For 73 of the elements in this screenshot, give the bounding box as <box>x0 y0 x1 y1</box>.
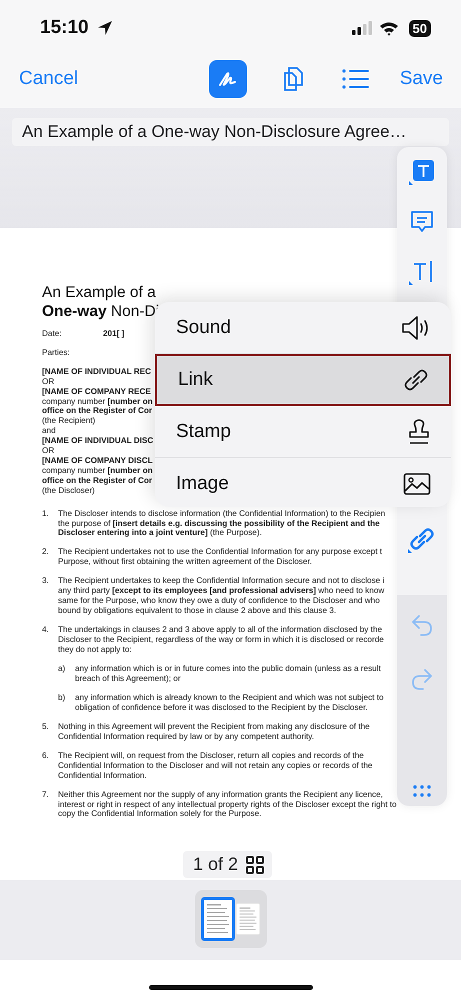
party-line: [NAME OF INDIVIDUAL REC <box>42 366 152 377</box>
clause-text: Purpose, without first obtaining the written agreement of the Discloser. <box>58 557 312 568</box>
clause-text: copy the Confidential Information solely for the Purpose. <box>58 809 262 820</box>
clause-text: The undertakings in clauses 2 and 3 above apply to all of the information disclosed by the <box>58 624 382 635</box>
menu-item[interactable]: Stamp <box>155 406 451 458</box>
clause-text: any information which is already known to the Recipient and which was not subject to <box>75 693 384 704</box>
clause-text: Confidential Information required by law or by any competent authority. <box>58 732 314 742</box>
clause-text: Discloser entering into a joint venture] (the Purpose). <box>58 528 262 538</box>
image-icon <box>403 472 431 496</box>
page-count: 1 of 2 <box>193 854 238 875</box>
more-icon <box>413 785 431 797</box>
clause-text: breach of this Agreement); or <box>75 674 181 684</box>
date-label: Date: <box>42 329 63 339</box>
party-line: [NAME OF COMPANY RECE <box>42 386 151 397</box>
clause-number: 6. <box>42 750 50 762</box>
party-line: OR <box>42 376 54 387</box>
party-line: [NAME OF COMPANY DISCL <box>42 456 153 466</box>
party-line: office on the Register of Cor <box>42 406 152 416</box>
battery-icon: 50 <box>408 20 431 36</box>
party-line: company number [number on <box>42 396 153 406</box>
party-line: OR <box>42 446 54 456</box>
party-line: company number [number on <box>42 466 153 476</box>
clause-number: 2. <box>42 547 50 558</box>
status-time: 15:10 <box>40 17 89 39</box>
clause-text: same for the Purpose, who know they owe a duty of confidence to the Discloser and who <box>58 596 380 606</box>
party-line: [NAME OF INDIVIDUAL DISC <box>42 436 154 446</box>
page-thumbnail[interactable] <box>200 897 234 941</box>
clause-text: they do not apply to: <box>58 644 132 654</box>
markup-button[interactable] <box>208 60 247 98</box>
clause-text: Nothing in this Agreement will prevent the Recipient from making any disclosure of the <box>58 722 370 732</box>
clause-text: any third party [except to its employees [and professional advisers] who need to know <box>58 586 384 596</box>
cancel-button[interactable]: Cancel <box>19 68 78 90</box>
location-arrow-icon <box>96 20 113 36</box>
party-line: office on the Register of Cor <box>42 476 152 486</box>
clause-text: obligation of confidence before it was disclosed to the Recipient by the Discloser. <box>75 703 368 714</box>
clause-number: 3. <box>42 576 50 588</box>
page-indicator[interactable]: 1 of 2 <box>183 851 272 878</box>
party-line: (the Discloser) <box>42 486 95 496</box>
thumbnail-card[interactable] <box>194 890 266 948</box>
clause-text: The Recipient will, on request from the Discloser, return all copies and records of the <box>58 750 364 761</box>
signal-icon <box>350 21 373 35</box>
link-icon <box>403 367 429 393</box>
clause-number: 4. <box>42 624 50 636</box>
list-icon <box>342 68 370 90</box>
wifi-icon <box>378 20 399 36</box>
clause-text: Confidential Information to the Discloser and will not retain any copies or records of the <box>58 760 372 771</box>
menu-item[interactable]: Image <box>155 458 451 507</box>
clause-number: 7. <box>42 790 50 801</box>
save-button[interactable]: Save <box>400 68 443 90</box>
clause-text: Discloser to the Recipient, regardless of the way or form in which it is disclosed or recorde <box>58 634 384 645</box>
clause-number: 5. <box>42 722 50 734</box>
stamp-icon <box>407 418 431 446</box>
clause-text: The Discloser intends to disclose information (the Confidential Information) to the Recipien <box>58 508 386 518</box>
clause-number: b) <box>58 693 66 704</box>
clause-text: Confidential Information. <box>58 770 147 781</box>
clause-number: 1. <box>42 508 50 520</box>
party-line: and <box>42 426 56 436</box>
clause-text: interest or right in respect of any intellectual property rights of the Discloser except the right to <box>58 800 397 810</box>
document-heading: An Example of a <box>42 283 157 302</box>
clause-text: any information which is or in future comes into the public domain (unless as a result <box>75 664 381 674</box>
clause-text: The Recipient undertakes to keep the Confidential Information secure and not to disclose i <box>58 576 384 586</box>
clause-number: a) <box>58 664 66 675</box>
grid-icon <box>246 856 264 874</box>
parties-label: Parties: <box>42 348 71 358</box>
clause-text: bound by obligations equivalent to those in clause 2 above and this clause 3. <box>58 606 336 616</box>
document-title-field[interactable]: An Example of a One-way Non-Disclosure Agree… <box>12 118 449 146</box>
clause-text: the purpose of [insert details e.g. discussing the possibility of the Recipient and the <box>58 518 380 528</box>
clause-text: Neither this Agreement nor the supply of any information grants the Recipient any licence, <box>58 790 383 800</box>
speaker-icon <box>401 314 431 340</box>
party-line: (the Recipient) <box>42 416 96 426</box>
menu-item[interactable]: Link <box>155 354 451 406</box>
date-value: 201[ ] <box>103 329 124 339</box>
clause-text: The Recipient undertakes not to use the Confidential Information for any purpose except t <box>58 547 382 558</box>
